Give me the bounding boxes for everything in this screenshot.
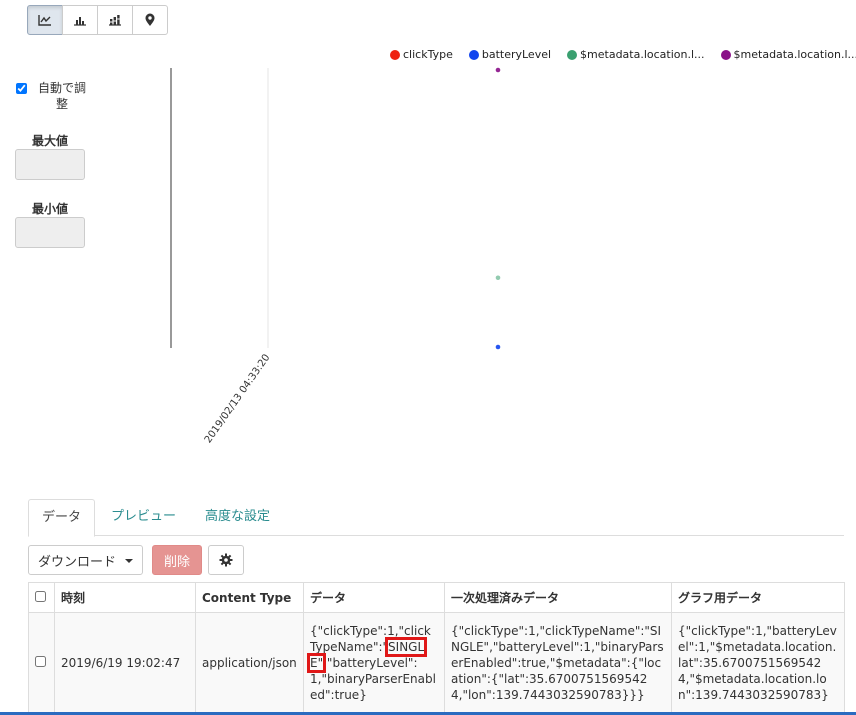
delete-button[interactable]: 削除 [152,545,202,575]
table-header-row: 時刻 Content Type データ 一次処理済みデータ グラフ用データ [28,582,845,613]
legend-swatch [468,49,479,60]
chart-points [495,67,501,350]
gear-icon [219,553,233,567]
max-value-label: 最大値 [31,134,68,148]
autoscale-control: 自動で調整 [16,80,91,112]
autoscale-label: 自動で調整 [37,81,86,111]
data-cell: {"clickType":1,"clickTypeName":"SINGLE",… [303,612,445,713]
x-tick-label: 2019/02/13 04:33:20 [203,352,273,445]
stacked-bar-chart-button[interactable] [97,5,133,35]
column-header-data[interactable]: データ [303,582,445,613]
max-value-input[interactable] [15,149,85,180]
time-cell: 2019/6/19 19:02:47 [54,612,196,713]
download-label: ダウンロード [37,554,116,570]
delete-label: 削除 [163,554,190,570]
line-chart-icon [38,15,51,26]
stacked-bar-chart-icon [109,15,121,26]
legend-swatch [390,49,400,60]
legend-swatch [720,49,731,60]
bar-chart-button[interactable] [62,5,98,35]
download-dropdown-button[interactable]: ダウンロード [28,545,143,575]
map-button[interactable] [132,5,168,35]
tab-preview[interactable]: プレビュー [98,499,189,536]
tab-advanced-settings[interactable]: 高度な設定 [192,499,283,536]
data-table: 時刻 Content Type データ 一次処理済みデータ グラフ用データ 20… [28,582,845,713]
scatter-chart: 2019/02/13 04:33:20 [170,67,501,445]
graph-data-cell: {"clickType":1,"batteryLevel":1,"$metada… [671,612,845,713]
line-chart-button[interactable] [27,5,63,35]
processed-data-cell: {"clickType":1,"clickTypeName":"SINGLE",… [444,612,672,713]
row-checkbox[interactable] [35,655,46,667]
select-all-cell [28,582,55,613]
tab-data[interactable]: データ [28,499,96,537]
data-tabs: データ プレビュー 高度な設定 [28,499,844,537]
column-header-content-type[interactable]: Content Type [195,582,304,613]
min-value-input[interactable] [15,217,85,248]
chart-point [495,344,501,350]
min-value-label: 最小値 [31,202,68,216]
data-text: ,"batteryLevel":1,"binaryParserEnabled":… [310,655,436,702]
caret-down-icon [125,559,133,563]
column-header-processed[interactable]: 一次処理済みデータ [444,582,672,613]
content-type-cell: application/json [195,612,304,713]
table-row[interactable]: 2019/6/19 19:02:47 application/json {"cl… [28,612,845,713]
map-marker-icon [145,13,155,26]
chart-type-toolbar [27,5,168,35]
select-all-checkbox[interactable] [35,590,46,602]
column-header-time[interactable]: 時刻 [54,582,196,613]
column-header-graph-data[interactable]: グラフ用データ [671,582,845,613]
row-select-cell [28,612,55,713]
settings-button[interactable] [208,545,244,575]
bar-chart-icon [74,17,86,26]
chart-point [495,67,501,73]
legend-swatch [567,49,578,60]
autoscale-checkbox[interactable] [16,83,27,94]
chart-point [495,275,501,281]
